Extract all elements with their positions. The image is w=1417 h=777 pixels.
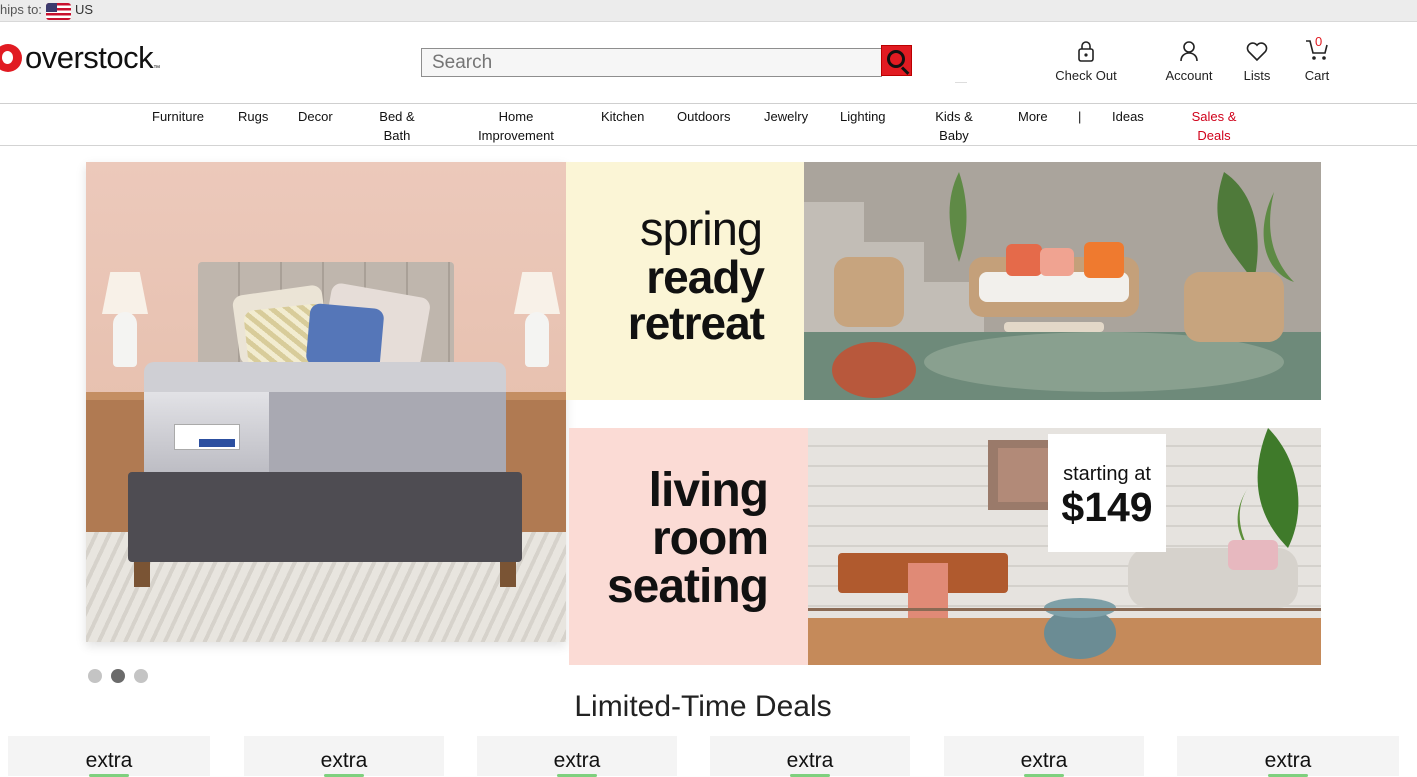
overstock-logo[interactable]: overstock ™: [0, 38, 160, 78]
patio-photo: [804, 162, 1321, 400]
deal-card-label: extra: [477, 749, 677, 777]
cart-count-badge: 0: [1315, 34, 1323, 49]
nav-sales-deals-line2: Deals: [1197, 128, 1231, 143]
mattress-label: [174, 424, 240, 450]
deal-card[interactable]: extra: [1177, 736, 1399, 777]
cart-icon: 0: [1302, 34, 1332, 62]
nav-lighting[interactable]: Lighting: [840, 107, 886, 126]
account-link[interactable]: Account: [1160, 38, 1218, 83]
user-icon: [1160, 38, 1218, 62]
nav-furniture[interactable]: Furniture: [152, 107, 204, 126]
cart-label: Cart: [1304, 68, 1330, 83]
price-callout: starting at $149: [1048, 434, 1166, 552]
search-button[interactable]: [881, 45, 912, 76]
nav-bed-bath-line2: Bath: [383, 128, 411, 143]
nav-kids-baby[interactable]: Kids & Baby: [929, 107, 979, 145]
deal-card-label: extra: [8, 749, 210, 777]
divider: [955, 82, 967, 83]
nav-sales-deals-line1: Sales &: [1191, 109, 1237, 124]
nav-rugs[interactable]: Rugs: [238, 107, 268, 126]
bed-base: [128, 472, 522, 562]
deal-card[interactable]: extra: [8, 736, 210, 777]
spring-text-panel: spring ready retreat: [566, 162, 804, 400]
living-line-2: room: [652, 512, 769, 565]
deal-card-label: extra: [244, 749, 444, 777]
heart-icon: [1238, 38, 1276, 62]
nav-ideas[interactable]: Ideas: [1112, 107, 1144, 126]
us-flag-icon[interactable]: [46, 3, 71, 20]
carousel-dot[interactable]: [134, 669, 148, 683]
bed-leg: [500, 562, 516, 587]
nav-bed-bath[interactable]: Bed & Bath: [372, 107, 422, 145]
category-nav: Furniture Rugs Decor Bed & Bath Home Imp…: [0, 104, 1417, 146]
lists-link[interactable]: Lists: [1238, 38, 1276, 83]
spring-line-1: spring: [639, 202, 763, 255]
deal-card[interactable]: extra: [710, 736, 910, 777]
nav-decor[interactable]: Decor: [298, 107, 333, 126]
living-room-photo: starting at $149: [808, 428, 1321, 665]
deal-card-label: extra: [944, 749, 1144, 777]
spring-line-3: retreat: [627, 297, 765, 349]
hero-mattress-banner[interactable]: [86, 162, 566, 642]
nav-divider: |: [1078, 109, 1082, 124]
living-line-3: seating: [606, 560, 769, 613]
nav-home-improvement-line1: Home: [498, 109, 534, 124]
mattress-band: [269, 392, 506, 472]
nav-bed-bath-line1: Bed &: [379, 109, 415, 124]
starting-price: $149: [1061, 484, 1153, 530]
pillow: [305, 302, 385, 372]
nav-kitchen[interactable]: Kitchen: [601, 107, 644, 126]
logo-text: overstock: [25, 40, 154, 75]
ships-to-bar: hips to: US: [0, 0, 1417, 22]
deal-card-label: extra: [710, 749, 910, 777]
deals-heading: Limited-Time Deals: [574, 690, 832, 723]
ships-to-country[interactable]: US: [75, 2, 93, 17]
deal-card[interactable]: extra: [244, 736, 444, 777]
nav-kids-baby-line1: Kids &: [935, 109, 973, 124]
site-header: overstock ™ Check Out Account Lists 0 Ca…: [0, 22, 1417, 104]
carousel-dot-active[interactable]: [111, 669, 125, 683]
account-label: Account: [1165, 68, 1213, 83]
bed-leg: [134, 562, 150, 587]
ships-to-label: hips to:: [0, 2, 42, 17]
search-input[interactable]: [421, 48, 882, 77]
nav-home-improvement-line2: Improvement: [478, 128, 554, 143]
living-line-1: living: [648, 464, 769, 517]
lists-label: Lists: [1243, 68, 1271, 83]
left-lamp-base: [113, 312, 137, 367]
checkout-link[interactable]: Check Out: [1052, 38, 1120, 83]
right-lamp-base: [525, 312, 549, 367]
nav-sales-deals[interactable]: Sales & Deals: [1186, 107, 1242, 145]
carousel-dot[interactable]: [88, 669, 102, 683]
deal-card[interactable]: extra: [944, 736, 1144, 777]
search-icon-handle: [900, 66, 910, 75]
spring-line-2: ready: [646, 251, 765, 303]
logo-trademark: ™: [153, 65, 161, 72]
nav-more[interactable]: More: [1018, 107, 1048, 126]
nav-kids-baby-line2: Baby: [939, 128, 969, 143]
living-room-seating-banner[interactable]: living room seating starting at $149: [569, 428, 1321, 665]
starting-at-label: starting at: [1063, 463, 1151, 485]
cart-link[interactable]: 0 Cart: [1302, 34, 1332, 83]
patio-scene: [804, 162, 1321, 400]
living-text-panel: living room seating: [569, 428, 808, 665]
nav-outdoors[interactable]: Outdoors: [677, 107, 730, 126]
deal-card[interactable]: extra: [477, 736, 677, 777]
logo-mark-icon: [0, 44, 22, 72]
lock-icon: [1052, 38, 1120, 62]
spring-ready-retreat-banner[interactable]: spring ready retreat: [566, 162, 1321, 400]
nav-home-improvement[interactable]: Home Improvement: [472, 107, 560, 145]
deal-card-label: extra: [1177, 749, 1399, 777]
nav-jewelry[interactable]: Jewelry: [764, 107, 808, 126]
checkout-label: Check Out: [1055, 68, 1117, 83]
